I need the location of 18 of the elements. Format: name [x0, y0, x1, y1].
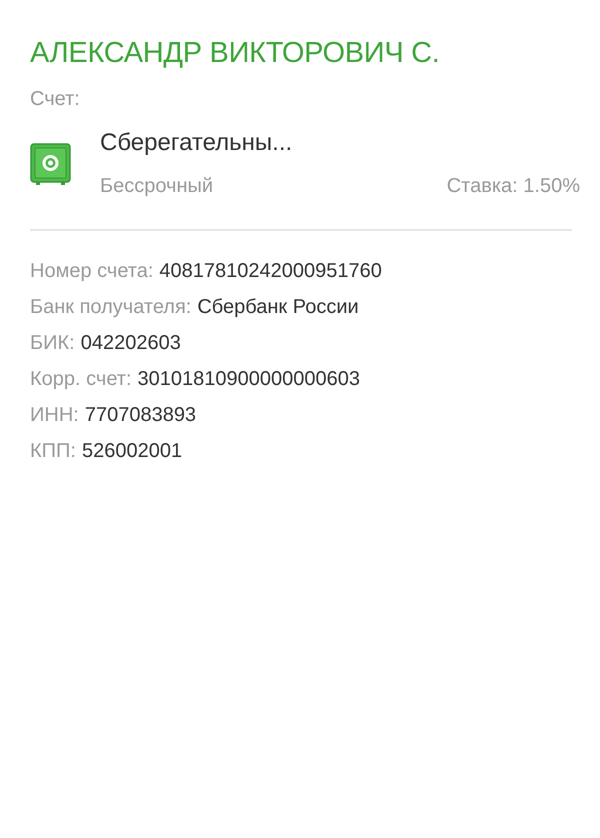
account-term: Бессрочный	[100, 174, 214, 199]
detail-label: Банк получателя:	[30, 295, 192, 320]
detail-value: Сбербанк России	[197, 295, 359, 320]
detail-value: 7707083893	[84, 403, 196, 428]
detail-label: КПП:	[30, 439, 76, 464]
detail-value: 40817810242000951760	[159, 259, 382, 284]
safe-icon	[30, 143, 71, 186]
interest-rate: Ставка: 1.50%	[446, 174, 580, 199]
detail-value: 526002001	[82, 439, 182, 464]
detail-label: ИНН:	[30, 403, 79, 428]
detail-value: 042202603	[80, 331, 181, 356]
recipient-name: АЛЕКСАНДР ВИКТОРОВИЧ С.	[30, 36, 441, 71]
account-name: Сберегательны...	[100, 128, 294, 158]
detail-label: Корр. счет:	[30, 367, 132, 392]
detail-label: Номер счета:	[30, 259, 154, 284]
account-label: Счет:	[30, 87, 81, 112]
detail-label: БИК:	[30, 331, 75, 356]
detail-value: 30101810900000000603	[138, 367, 360, 392]
